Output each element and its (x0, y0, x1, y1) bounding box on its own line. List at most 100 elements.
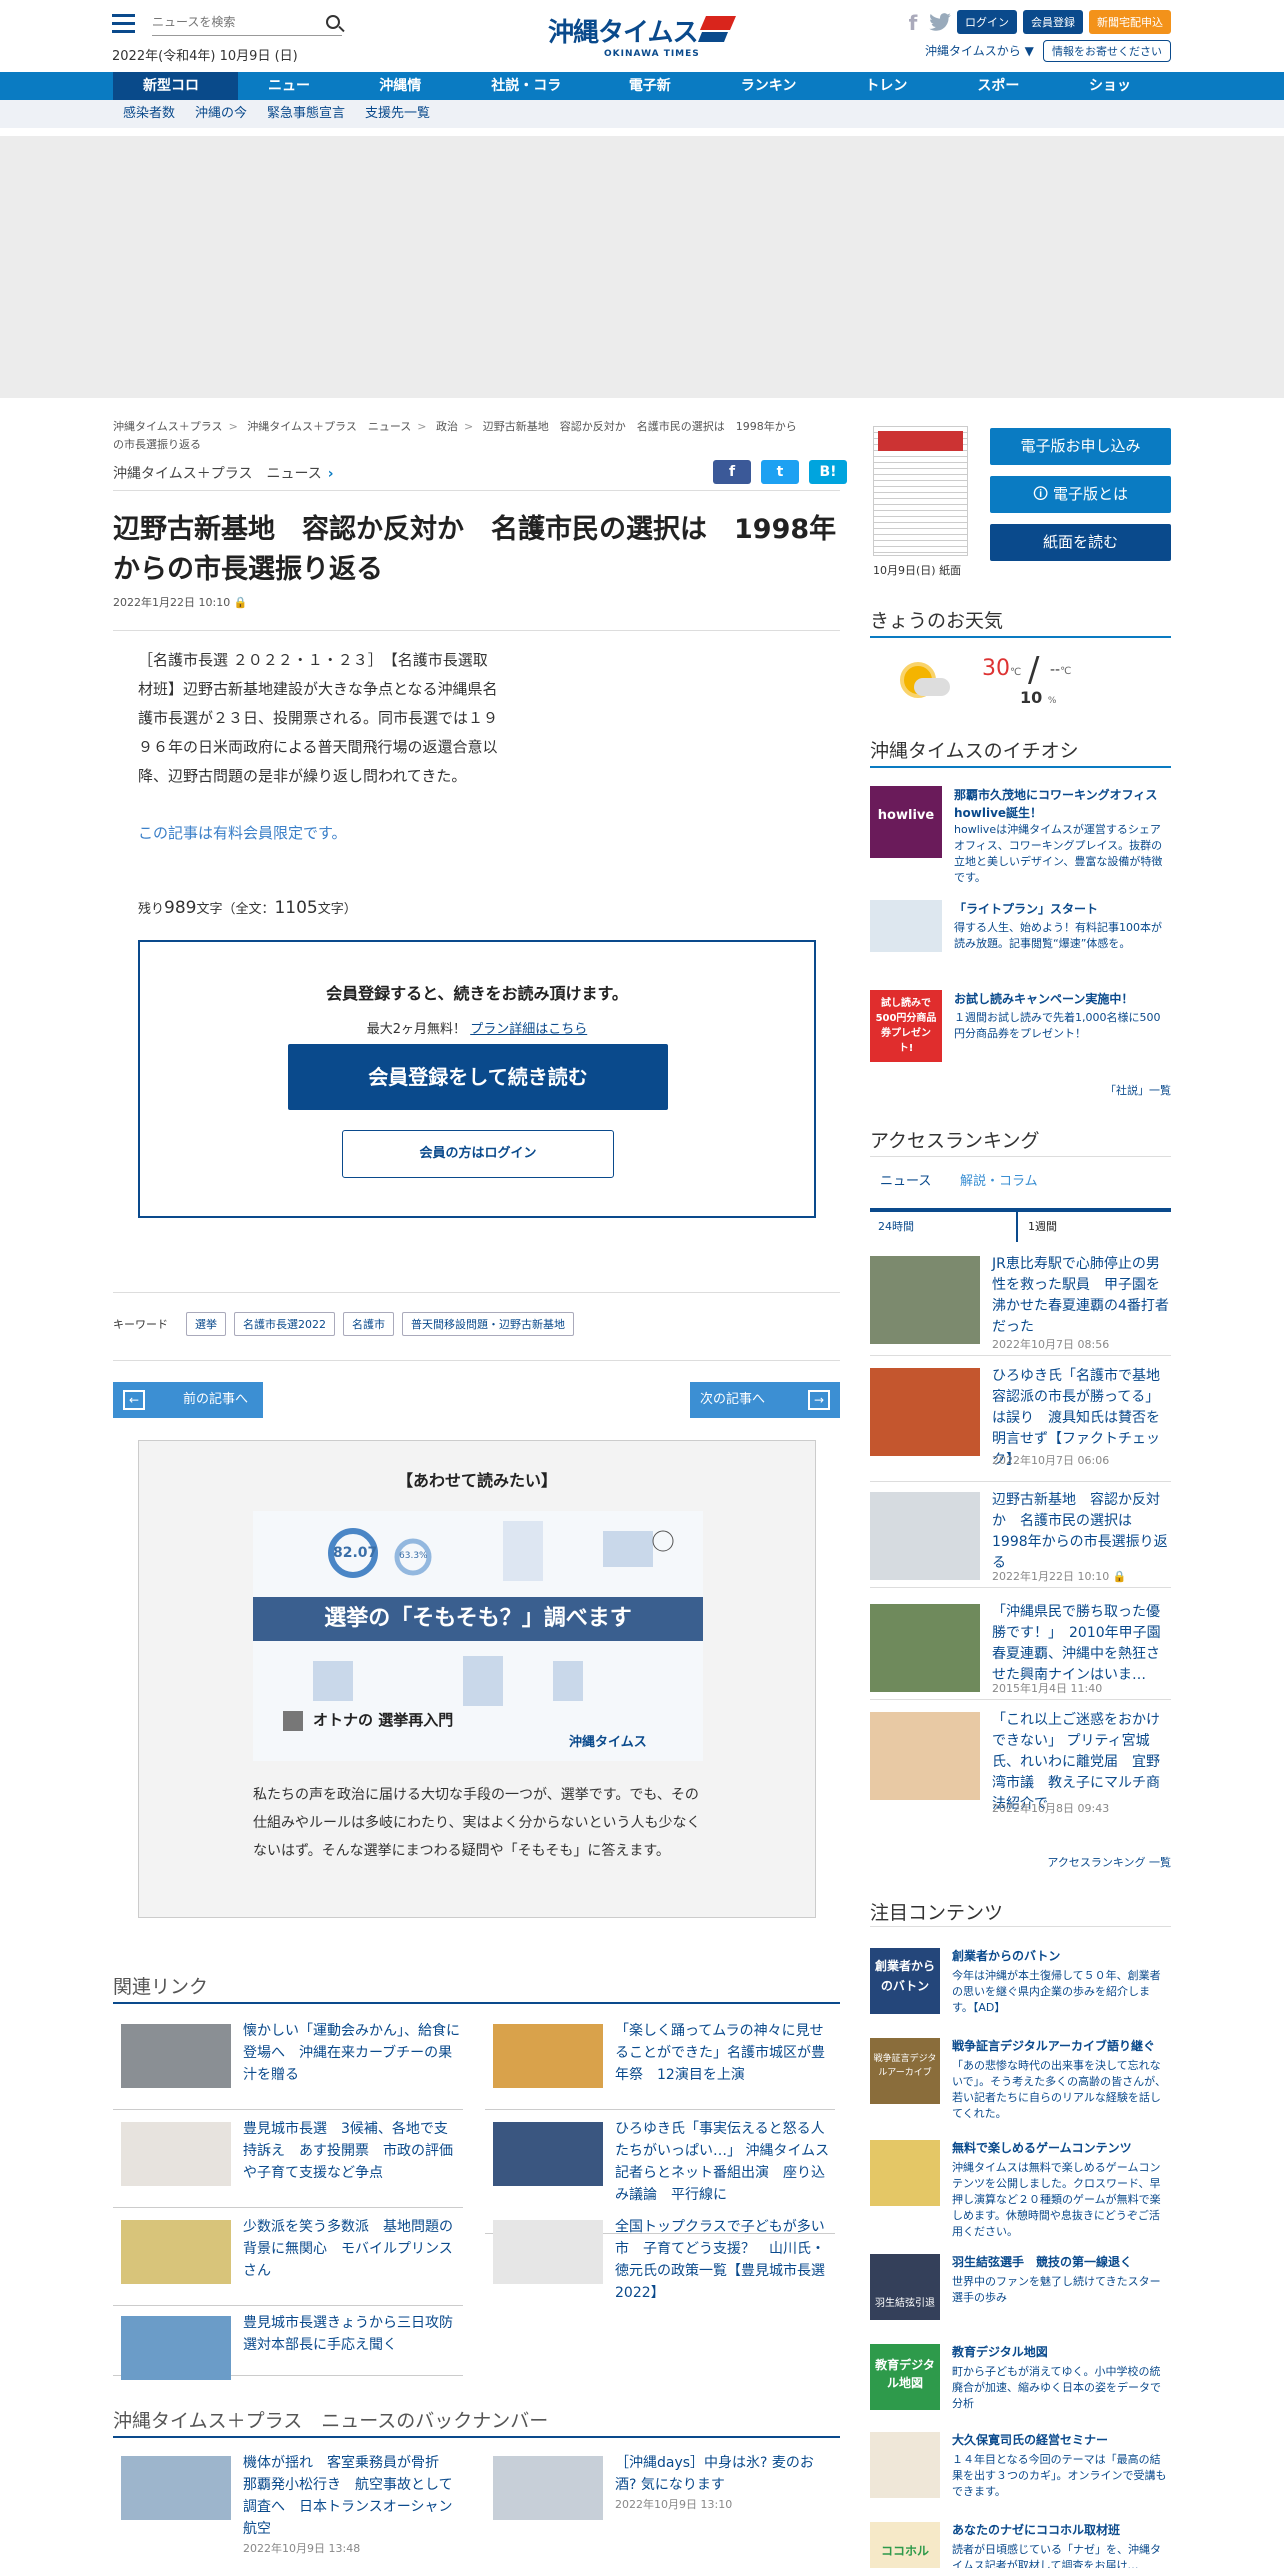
ranking-item[interactable]: JR恵比寿駅で心肺停止の男性を救った駅員 甲子園を沸かせた春夏連覇の4番打者だっ… (870, 1248, 1171, 1356)
twitter-share-button[interactable]: t (761, 460, 799, 484)
paper-date: 10月9日(日) 紙面 (873, 564, 962, 577)
related-link[interactable]: 豊見城市長選きょうから三日攻防 選対本部長に手応え聞く (113, 2306, 467, 2380)
related-link-title: ひろゆき氏「事実伝えると怒る人たちがいっぱい…」 沖縄タイムス記者らとネット番組… (615, 2121, 830, 2203)
plan-details-link[interactable]: プラン詳細はこちら (470, 1022, 587, 1037)
arrow-right-icon: → (808, 1390, 830, 1410)
breadcrumb-item: の市長選振り返る (113, 438, 201, 451)
featured-item[interactable]: 教育デジタル地図 教育デジタル地図 町から子どもが消えてゆく。小中学校の統廃合が加速… (870, 2344, 1171, 2414)
thumbnail: 教育デジタル地図 (870, 2344, 940, 2410)
thumbnail (870, 2432, 940, 2498)
featured-title: 創業者からのバトン (952, 1949, 1061, 1963)
section-link[interactable]: 沖縄タイムス＋プラス ニュース › (113, 463, 334, 483)
ranking-date: 2015年1月4日 11:40 (992, 1682, 1103, 1695)
register-button[interactable]: 会員登録 (1023, 10, 1083, 34)
login-button[interactable]: ログイン (957, 10, 1017, 34)
related-link[interactable]: 「楽しく踊ってムラの神々に見せることができた」名護市城区が豊年祭 12演目を上演 (485, 2014, 835, 2110)
related-link-title: 懐かしい「運動会みかん」、給食に登場へ 沖縄在来カーブチーの果汁を贈る (243, 2023, 460, 2083)
e-paper-about-button[interactable]: 🛈 電子版とは (990, 476, 1171, 513)
related-link[interactable]: 懐かしい「運動会みかん」、給食に登場へ 沖縄在来カーブチーの果汁を贈る (113, 2014, 463, 2110)
pickup-desc: １週間お試し読みで先着1,000名様に500円分商品券をプレゼント！ (954, 1011, 1161, 1040)
read-paper-button[interactable]: 紙面を読む (990, 524, 1171, 561)
related-link-title: 「楽しく踊ってムラの神々に見せることができた」名護市城区が豊年祭 12演目を上演 (615, 2023, 825, 2083)
temp-low: --℃ (1050, 662, 1072, 678)
current-date: 2022年(令和4年) 10月9日 (日) (112, 49, 298, 64)
keyword-tag[interactable]: 選挙 (186, 1312, 226, 1336)
breadcrumb-item[interactable]: 沖縄タイムス＋プラス (113, 420, 223, 433)
tab-news[interactable]: ニュース (880, 1170, 931, 1189)
pickup-title: 「ライトプラン」スタート (954, 902, 1099, 916)
newspaper-delivery-button[interactable]: 新聞宅配申込 (1089, 10, 1171, 34)
subnav-item-support[interactable]: 支援先一覧 (365, 100, 430, 128)
prev-article-button[interactable]: ← 前の記事へ (113, 1382, 263, 1418)
keyword-tag[interactable]: 普天間移設問題・辺野古新基地 (402, 1312, 574, 1336)
pickup-item[interactable]: howlive 那覇市久茂地にコワーキングオフィスhowlive誕生！ howl… (870, 786, 1171, 884)
divider (113, 2002, 840, 2004)
recommend-text: 私たちの声を政治に届ける大切な手段の一つが、選挙です。でも、その仕組みやルールは… (253, 1787, 701, 1859)
keyword-tag[interactable]: 名護市長選2022 (234, 1312, 335, 1336)
banner-subtitle: オトナの 選挙再入門 (313, 1711, 454, 1729)
subnav-item-emergency[interactable]: 緊急事態宣言 (267, 100, 345, 128)
featured-desc: 今年は沖縄が本土復帰して５０年、創業者の思いを継ぐ県内企業の歩みを紹介します。【… (952, 1969, 1161, 2014)
thumbnail (870, 1492, 980, 1580)
featured-item[interactable]: 創業者からのバトン 創業者からのバトン 今年は沖縄が本土復帰して５０年、創業者の思い… (870, 1948, 1171, 2018)
period-1week[interactable]: 1週間 (1020, 1212, 1171, 1242)
facebook-share-button[interactable]: f (713, 460, 751, 484)
ranking-item[interactable]: 辺野古新基地 容認か反対か 名護市民の選択は 1998年からの市長選振り返る 20… (870, 1484, 1171, 1588)
temp-divider: / (1028, 650, 1040, 690)
subnav-item-cases[interactable]: 感染者数 (123, 100, 175, 128)
keyword-tag[interactable]: 名護市 (343, 1312, 394, 1336)
thumbnail (870, 1712, 980, 1800)
thumbnail: 羽生結弦引退 (870, 2254, 940, 2320)
ranking-date: 2022年10月7日 06:06 (992, 1454, 1110, 1467)
thumbnail (121, 2024, 231, 2088)
lock-icon: 🔒 (233, 596, 248, 609)
featured-title: 戦争証言デジタルアーカイブ語り継ぐ (952, 2039, 1156, 2053)
ranking-list-link[interactable]: アクセスランキング 一覧 (1047, 1854, 1171, 1870)
period-24h[interactable]: 24時間 (870, 1212, 1018, 1242)
related-link[interactable]: 少数派を笑う多数派 基地問題の背景に無関心 モバイルプリンスさん (113, 2210, 463, 2306)
site-logo[interactable]: 沖縄タイムス OKINAWA TIMES (548, 12, 738, 59)
breadcrumb-item[interactable]: 政治 (436, 420, 458, 433)
related-link[interactable]: 全国トップクラスで子どもが多い市 子育てどう支援？ 山川氏・徳元氏の政策一覧【豊… (485, 2210, 835, 2306)
featured-item[interactable]: ココホル あなたのナゼにココホル取材班 読者が日頃感じている「ナゼ」を、沖縄タイムス… (870, 2522, 1171, 2568)
featured-item[interactable]: 戦争証言デジタルアーカイブ 戦争証言デジタルアーカイブ語り継ぐ 「あの悲惨な時代の出… (870, 2038, 1171, 2120)
twitter-icon[interactable] (929, 13, 951, 31)
pickup-item[interactable]: 「ライトプラン」スタート 得する人生、始めよう！有料記事100本が読み放題。記事… (870, 900, 1171, 960)
divider (113, 2436, 840, 2438)
ranking-tabs: ニュース 解説・コラム (870, 1170, 1171, 1192)
featured-item[interactable]: 大久保寛司氏の経営セミナー １４年目となる今回のテーマは「最高の結果を出す３つのカ… (870, 2432, 1171, 2506)
facebook-icon[interactable]: f (903, 11, 923, 35)
info-request-button[interactable]: 情報をお寄せください (1043, 40, 1171, 62)
featured-desc: 世界中のファンを魅了し続けてきたスター選手の歩み (952, 2275, 1161, 2304)
pickup-desc: 得する人生、始めよう！有料記事100本が読み放題。記事閲覧“爆速”体感を。 (954, 921, 1162, 950)
tab-column[interactable]: 解説・コラム (960, 1170, 1038, 1189)
featured-item[interactable]: 羽生結弦引退 羽生結弦選手 競技の第一線退く 世界中のファンを魅了し続けてきたスター… (870, 2254, 1171, 2324)
search-icon[interactable] (326, 15, 340, 29)
backnumber-item[interactable]: ［沖縄days］中身は氷? 麦のお酒? 気になります 2022年10月9日 13:… (485, 2446, 835, 2568)
featured-item[interactable]: 無料で楽しめるゲームコンテンツ 沖縄タイムスは無料で楽しめるゲームコンテンツを公開… (870, 2140, 1171, 2238)
next-article-button[interactable]: 次の記事へ → (690, 1382, 840, 1418)
backnumber-item[interactable]: 機体が揺れ 客室乗務員が骨折 那覇発小松行き 航空事故として調査へ 日本トランス… (113, 2446, 463, 2568)
member-login-button[interactable]: 会員の方はログイン (342, 1130, 614, 1178)
breadcrumb-item[interactable]: 沖縄タイムス＋プラス ニュース (247, 420, 411, 433)
featured-desc: 読者が日頃感じている「ナゼ」を、沖縄タイムス記者が取材して調査をお届け… (952, 2543, 1161, 2568)
okinawa-times-dropdown[interactable]: 沖縄タイムスから ▼ (925, 42, 1034, 59)
ranking-item[interactable]: 「沖縄県民で勝ち取った優勝です！」 2010年甲子園春夏連覇、沖縄中を熱狂させた… (870, 1596, 1171, 1700)
hamburger-menu-icon[interactable] (113, 14, 135, 34)
related-link[interactable]: 豊見城市長選 3候補、各地で支持訴え あす投開票 市政の評価や子育て支援など争点 (113, 2112, 463, 2208)
recommend-box[interactable]: 【あわせて読みたい】 82.07 63.3% 選挙の「そもそも？」調べます オト… (138, 1440, 816, 1918)
newspaper-thumbnail[interactable] (873, 426, 968, 556)
e-paper-apply-button[interactable]: 電子版お申し込み (990, 428, 1171, 465)
search-input[interactable] (152, 10, 312, 34)
thumbnail (121, 2220, 231, 2284)
ranking-item[interactable]: 「これ以上ご迷惑をおかけできない」 プリティ宮城氏、れいわに離党届 宜野湾市議 … (870, 1704, 1171, 1826)
hatena-share-button[interactable]: B! (809, 460, 847, 484)
featured-title: 教育デジタル地図 (952, 2345, 1048, 2359)
thumbnail (870, 2140, 940, 2206)
ranking-item[interactable]: ひろゆき氏「名護市で基地容認派の市長が勝ってる」は誤り 渡具知氏は賛否を明言せず… (870, 1360, 1171, 1482)
register-continue-button[interactable]: 会員登録をして続き読む (288, 1044, 668, 1110)
election-banner-image[interactable]: 82.07 63.3% 選挙の「そもそも？」調べます オトナの 選挙再入門 沖縄… (253, 1511, 703, 1761)
editorial-list-link[interactable]: 「社説」一覧 (1105, 1082, 1171, 1098)
subnav-item-okinawa-now[interactable]: 沖縄の今 (195, 100, 247, 128)
pickup-item[interactable]: 試し読みで500円分商品券プレゼント! お試し読みキャンペーン実施中！ １週間お… (870, 990, 1171, 1062)
